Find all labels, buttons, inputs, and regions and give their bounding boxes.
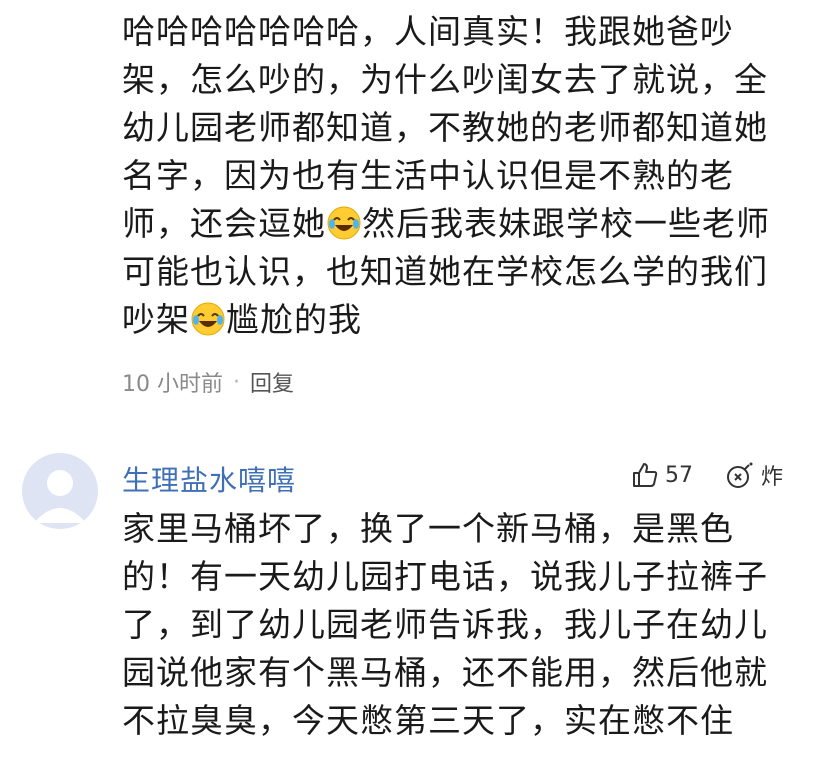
bomb-label: 炸 xyxy=(760,465,783,490)
bomb-icon xyxy=(726,462,753,488)
reply-button[interactable]: 回复 xyxy=(250,366,294,398)
comment-text: 家里马桶坏了，换了一个新马桶，是黑色的！有一天幼儿园打电话，说我儿子拉裤子了，到… xyxy=(122,509,768,740)
comment-item: 哈哈哈哈哈哈哈，人间真实！我跟她爸吵架，怎么吵的，为什么吵闺女去了就说，全幼儿园… xyxy=(122,0,792,398)
meta-separator: · xyxy=(233,369,240,395)
comment-username[interactable]: 生理盐水嘻嘻 xyxy=(122,459,296,499)
like-count: 57 xyxy=(664,462,693,488)
comment-actions: 57 炸 xyxy=(631,459,783,491)
comment-time: 10 小时前 xyxy=(122,372,223,397)
like-button[interactable]: 57 xyxy=(631,461,693,489)
default-avatar-icon xyxy=(34,470,86,523)
comment-meta: 10 小时前 · 回复 xyxy=(122,366,792,398)
laughing-tears-emoji-icon xyxy=(327,206,361,240)
bomb-button[interactable]: 炸 xyxy=(725,459,783,491)
thumbs-up-icon xyxy=(632,463,658,487)
avatar[interactable] xyxy=(22,453,98,529)
laughing-tears-emoji-icon xyxy=(191,302,225,336)
comment-text-part: 尴尬的我 xyxy=(226,300,362,339)
comment-text: 哈哈哈哈哈哈哈，人间真实！我跟她爸吵架，怎么吵的，为什么吵闺女去了就说，全幼儿园… xyxy=(122,0,792,344)
